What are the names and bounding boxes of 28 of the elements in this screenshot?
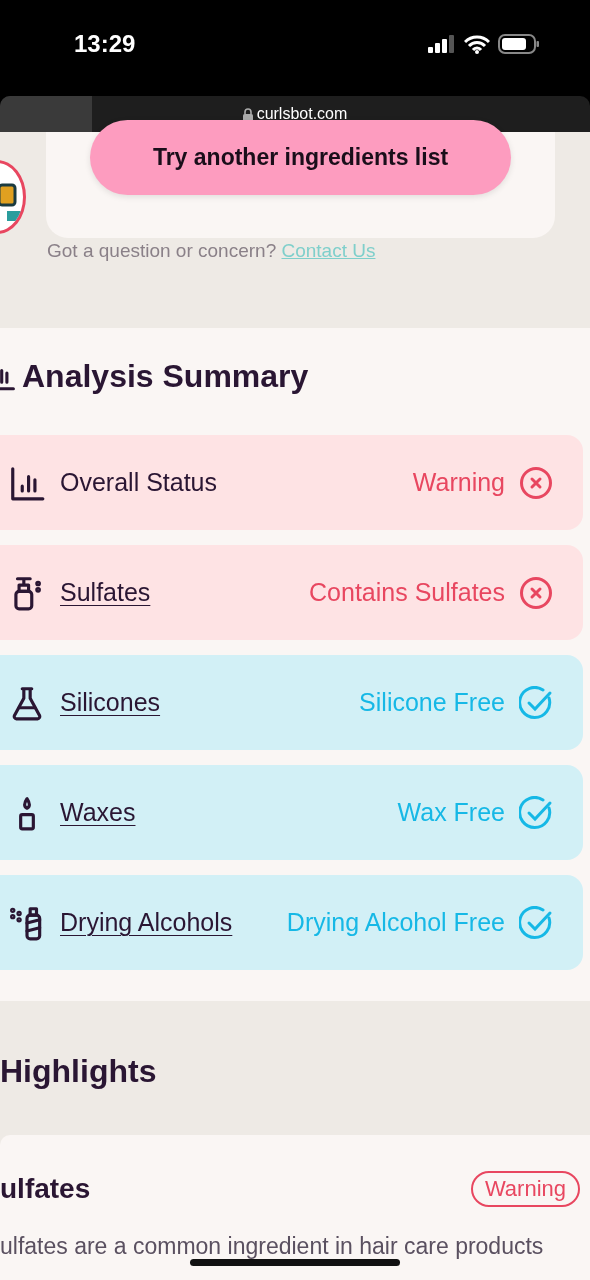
section-heading: Analysis Summary	[22, 358, 309, 395]
wifi-icon	[464, 34, 490, 54]
try-another-button[interactable]: Try another ingredients list	[90, 120, 511, 195]
row-link[interactable]: Waxes	[60, 798, 136, 827]
browser-tab[interactable]	[0, 96, 92, 132]
row-link[interactable]: Silicones	[60, 688, 161, 717]
status-text: Warning	[412, 468, 505, 497]
clock-time: 13:29	[74, 30, 136, 58]
x-circle-icon	[519, 575, 553, 610]
row-label: Overall Status	[60, 468, 217, 497]
status-text: Silicone Free	[359, 688, 505, 717]
check-circle-icon	[519, 795, 553, 830]
lock-icon	[242, 107, 253, 121]
warning-badge: Warning	[470, 1171, 580, 1207]
check-circle-icon	[519, 905, 553, 940]
section-heading: Highlights	[0, 1053, 157, 1089]
contact-text: Got a question or concern? Contact Us	[47, 240, 376, 262]
check-circle-icon	[519, 685, 553, 720]
battery-icon	[498, 34, 540, 54]
x-circle-icon	[519, 465, 553, 500]
signal-icon	[428, 35, 456, 53]
highlight-text: ulfates are a common ingredient in hair care products	[0, 1233, 545, 1260]
status-text: Drying Alcohol Free	[286, 908, 505, 937]
row-link[interactable]: Drying Alcohols	[60, 908, 233, 937]
highlight-title: ulfates	[0, 1173, 91, 1205]
row-link[interactable]: Sulfates	[60, 578, 151, 607]
status-text: Wax Free	[397, 798, 505, 827]
status-text: Contains Sulfates	[309, 578, 505, 607]
